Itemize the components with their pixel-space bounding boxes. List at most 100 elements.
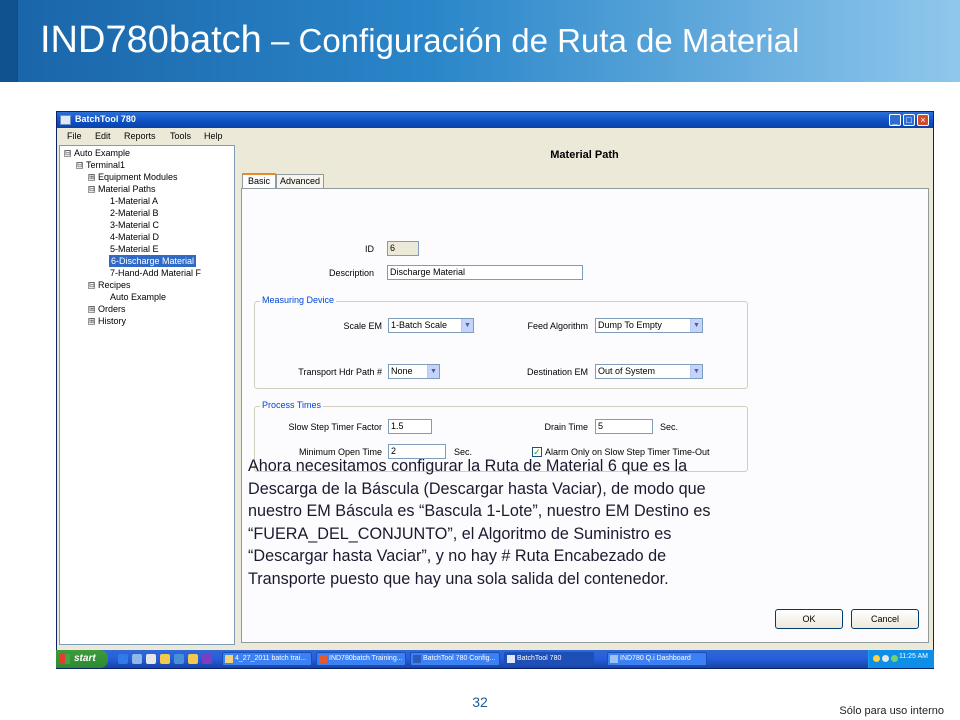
- explanation-line: Ahora necesitamos configurar la Ruta de …: [248, 457, 688, 475]
- app-icon: [60, 115, 71, 125]
- quicklaunch-folder-icon[interactable]: [160, 654, 170, 664]
- menu-file[interactable]: File: [67, 131, 82, 141]
- window-titlebar[interactable]: BatchTool 780 _ □ ×: [57, 112, 933, 128]
- tree-item-material-paths[interactable]: Material Paths: [98, 183, 156, 195]
- tree-item-material-path[interactable]: 7-Hand-Add Material F: [110, 267, 201, 279]
- tab-basic[interactable]: Basic: [242, 173, 276, 189]
- menu-help[interactable]: Help: [204, 131, 223, 141]
- chevron-down-icon[interactable]: ▼: [461, 319, 473, 332]
- slow-step-timer-field[interactable]: 1.5: [388, 419, 432, 434]
- feed-algorithm-select[interactable]: Dump To Empty ▼: [595, 318, 703, 333]
- transport-hdr-path-label: Transport Hdr Path #: [298, 367, 382, 377]
- quicklaunch-ie-icon[interactable]: [118, 654, 128, 664]
- ok-button[interactable]: OK: [775, 609, 843, 629]
- expand-icon[interactable]: ⊞: [88, 174, 95, 181]
- taskbar-item[interactable]: BatchTool 780 Config...: [410, 652, 500, 666]
- taskbar-item-active[interactable]: BatchTool 780: [504, 652, 594, 666]
- id-label: ID: [365, 244, 374, 254]
- taskbar-item-label: BatchTool 780: [517, 655, 562, 662]
- tree-item-material-path[interactable]: 4-Material D: [110, 231, 159, 243]
- slow-step-timer-label: Slow Step Timer Factor: [288, 422, 382, 432]
- taskbar-item[interactable]: IND780 Q.i Dashboard: [607, 652, 707, 666]
- tree-item-selected-material-path[interactable]: 6-Discharge Material: [109, 255, 197, 267]
- tree-item-history[interactable]: History: [98, 315, 126, 327]
- window-title: BatchTool 780: [75, 114, 136, 124]
- collapse-icon[interactable]: ⊟: [76, 162, 83, 169]
- chevron-down-icon[interactable]: ▼: [690, 365, 702, 378]
- start-button[interactable]: start: [56, 650, 108, 668]
- slide: IND780batch – Configuración de Ruta de M…: [0, 0, 960, 720]
- collapse-icon[interactable]: ⊟: [88, 282, 95, 289]
- minimize-button[interactable]: _: [889, 114, 901, 126]
- description-field[interactable]: Discharge Material: [387, 265, 583, 280]
- folder-icon: [225, 655, 233, 663]
- tray-icon[interactable]: [882, 655, 889, 662]
- menu-edit[interactable]: Edit: [95, 131, 111, 141]
- cancel-button[interactable]: Cancel: [851, 609, 919, 629]
- explanation-line: “Descargar hasta Vaciar”, y no hay # Rut…: [248, 547, 667, 565]
- word-icon: [413, 655, 421, 663]
- taskbar-item[interactable]: 4_27_2011 batch trai...: [222, 652, 312, 666]
- expand-icon[interactable]: ⊞: [88, 306, 95, 313]
- transport-hdr-path-value: None: [391, 366, 413, 376]
- feed-algorithm-label: Feed Algorithm: [527, 321, 588, 331]
- process-times-title: Process Times: [260, 400, 324, 410]
- feed-algorithm-value: Dump To Empty: [598, 320, 662, 330]
- quicklaunch-folder-icon[interactable]: [188, 654, 198, 664]
- explanation-line: Transporte puesto que hay una sola salid…: [248, 569, 669, 588]
- explanation-line: nuestro EM Báscula es “Bascula 1-Lote”, …: [248, 502, 711, 520]
- menubar: File Edit Reports Tools Help: [57, 129, 933, 144]
- tree-item-material-path[interactable]: 2-Material B: [110, 207, 159, 219]
- tree-item-equipment-modules[interactable]: Equipment Modules: [98, 171, 178, 183]
- chevron-down-icon[interactable]: ▼: [690, 319, 702, 332]
- drain-time-field[interactable]: 5: [595, 419, 653, 434]
- taskbar-item[interactable]: IND780batch Training...: [316, 652, 406, 666]
- transport-hdr-path-select[interactable]: None ▼: [388, 364, 440, 379]
- system-tray: 11:25 AM: [868, 650, 934, 668]
- close-button[interactable]: ×: [917, 114, 929, 126]
- taskbar-item-label: BatchTool 780 Config...: [423, 655, 496, 662]
- windows-taskbar: start 4_27_2011 batch trai... IND780batc…: [56, 650, 934, 668]
- taskbar-item-label: IND780batch Training...: [329, 655, 403, 662]
- taskbar-clock: 11:25 AM: [898, 653, 928, 660]
- windows-logo-icon: [60, 654, 70, 664]
- menu-reports[interactable]: Reports: [124, 131, 156, 141]
- tree-item-auto-example[interactable]: Auto Example: [74, 147, 130, 159]
- taskbar-item-label: 4_27_2011 batch trai...: [235, 655, 307, 662]
- tree-item-recipes[interactable]: Recipes: [98, 279, 131, 291]
- quicklaunch-outlook-icon[interactable]: [132, 654, 142, 664]
- maximize-button[interactable]: □: [903, 114, 915, 126]
- quicklaunch-app-icon[interactable]: [174, 654, 184, 664]
- tray-icon[interactable]: [891, 655, 898, 662]
- tab-advanced[interactable]: Advanced: [276, 174, 324, 189]
- tree-item-material-path[interactable]: 5-Material E: [110, 243, 159, 255]
- expand-icon[interactable]: ⊞: [88, 318, 95, 325]
- tray-icon[interactable]: [873, 655, 880, 662]
- start-label: start: [74, 653, 96, 664]
- chevron-down-icon[interactable]: ▼: [427, 365, 439, 378]
- tree-item-recipe[interactable]: Auto Example: [110, 291, 166, 303]
- slide-title-sub: – Configuración de Ruta de Material: [261, 22, 800, 59]
- quicklaunch-app-icon[interactable]: [202, 654, 212, 664]
- tree-item-terminal1[interactable]: Terminal1: [86, 159, 125, 171]
- explanation-line: “FUERA_DEL_CONJUNTO”, el Algoritmo de Su…: [248, 524, 672, 543]
- slide-title-main: IND780batch: [40, 19, 262, 61]
- description-label: Description: [328, 268, 374, 278]
- footer-note: Sólo para uso interno: [839, 705, 944, 717]
- tree-item-material-path[interactable]: 3-Material C: [110, 219, 159, 231]
- quicklaunch-app-icon[interactable]: [146, 654, 156, 664]
- tree-item-orders[interactable]: Orders: [98, 303, 126, 315]
- scale-em-label: Scale EM: [343, 321, 382, 331]
- measuring-device-title: Measuring Device: [260, 295, 337, 305]
- scale-em-value: 1-Batch Scale: [391, 320, 448, 330]
- app-icon: [507, 655, 515, 663]
- destination-em-value: Out of System: [598, 366, 656, 376]
- collapse-icon[interactable]: ⊟: [64, 150, 71, 157]
- menu-tools[interactable]: Tools: [170, 131, 191, 141]
- taskbar-item-label: IND780 Q.i Dashboard: [620, 655, 691, 662]
- tree-item-material-path[interactable]: 1-Material A: [110, 195, 158, 207]
- navigation-tree: ⊟ Auto Example ⊟ Terminal1 ⊞ Equipment M…: [59, 145, 235, 645]
- scale-em-select[interactable]: 1-Batch Scale ▼: [388, 318, 474, 333]
- collapse-icon[interactable]: ⊟: [88, 186, 95, 193]
- destination-em-select[interactable]: Out of System ▼: [595, 364, 703, 379]
